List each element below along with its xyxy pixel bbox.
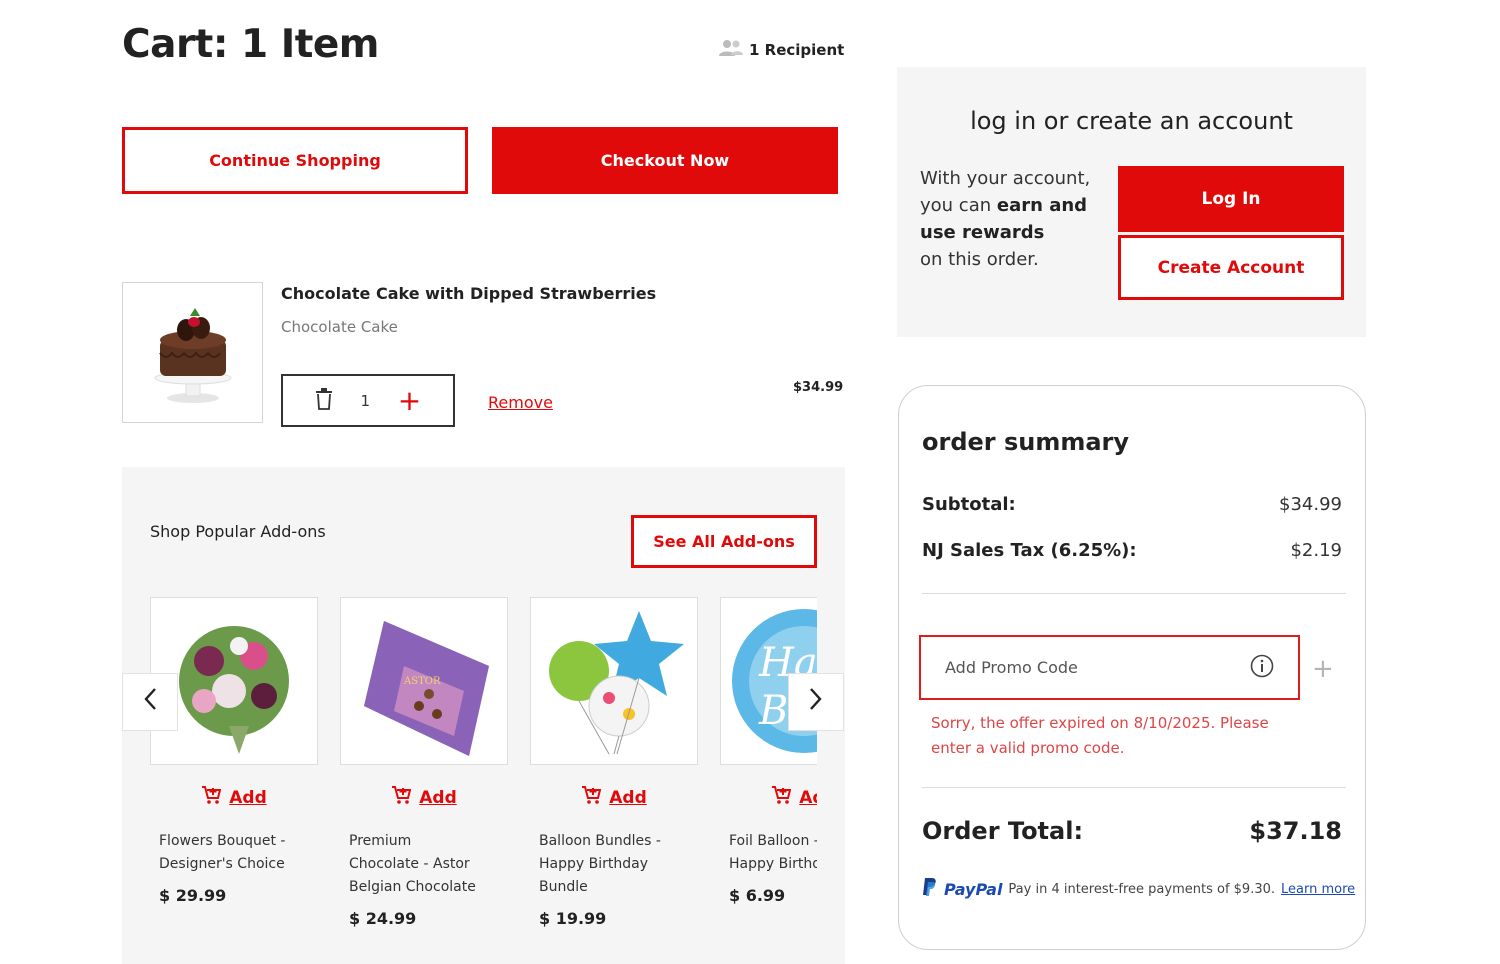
summary-title: order summary: [922, 428, 1130, 456]
addon-image[interactable]: [530, 597, 698, 765]
cart-add-icon: [391, 785, 412, 810]
divider: [922, 593, 1346, 594]
cart-item-price: $34.99: [793, 380, 844, 395]
add-label: Add: [609, 787, 647, 808]
cart-add-icon: [771, 785, 792, 810]
plus-icon[interactable]: +: [398, 386, 421, 415]
paypal-text: Pay in 4 interest-free payments of $9.30…: [1008, 881, 1276, 897]
carousel-prev-button[interactable]: [122, 673, 178, 731]
paypal-logo-icon: [922, 877, 938, 901]
cart-item-image[interactable]: [122, 282, 263, 423]
checkout-now-button[interactable]: Checkout Now: [492, 127, 838, 194]
add-to-cart-button[interactable]: Add: [150, 785, 318, 810]
addon-card: Add Flowers Bouquet - Designer's Choice …: [150, 597, 318, 905]
promo-code-field[interactable]: Add Promo Code: [919, 635, 1300, 700]
addon-name[interactable]: Balloon Bundles - Happy Birthday Bundle: [539, 830, 667, 899]
addons-title: Shop Popular Add-ons: [150, 522, 326, 541]
flowers-bouquet-image: [179, 626, 289, 754]
cart-item-name[interactable]: Chocolate Cake with Dipped Strawberries: [281, 284, 656, 303]
tax-label: NJ Sales Tax (6.25%):: [922, 540, 1137, 561]
addon-price: $ 24.99: [349, 909, 417, 928]
recipient-count[interactable]: 1 Recipient: [717, 39, 844, 61]
promo-error-message: Sorry, the offer expired on 8/10/2025. P…: [931, 714, 1269, 757]
paypal-message: PayPal Pay in 4 interest-free payments o…: [922, 877, 1355, 901]
apply-promo-plus-icon[interactable]: +: [1312, 654, 1334, 684]
see-all-addons-button[interactable]: See All Add-ons: [631, 515, 817, 568]
order-total-label: Order Total:: [922, 817, 1084, 845]
trash-icon[interactable]: [315, 387, 333, 414]
chocolate-cake-image: [154, 307, 231, 403]
addon-card: ASTOR Add Premium Chocolate - Astor Belg…: [340, 597, 508, 928]
chevron-right-icon: [809, 687, 823, 718]
login-desc-end: on this order.: [920, 249, 1039, 270]
paypal-learn-more-link[interactable]: Learn more: [1281, 882, 1355, 897]
login-title: log in or create an account: [970, 107, 1293, 135]
divider: [922, 787, 1346, 788]
add-to-cart-button[interactable]: Add: [530, 785, 698, 810]
order-summary: order summary Subtotal: $34.99 NJ Sales …: [898, 385, 1366, 950]
cart-add-icon: [581, 785, 602, 810]
addon-price: $ 29.99: [159, 886, 227, 905]
quantity-stepper: 1 +: [281, 374, 455, 427]
addon-price: $ 19.99: [539, 909, 607, 928]
order-total-value: $37.18: [1249, 817, 1342, 845]
paypal-brand: PayPal: [944, 879, 1003, 899]
log-in-button[interactable]: Log In: [1118, 166, 1344, 232]
login-panel: log in or create an account With your ac…: [897, 67, 1366, 337]
svg-text:ASTOR: ASTOR: [403, 676, 441, 687]
balloon-bundle-image: [549, 611, 684, 755]
cart-add-icon: [201, 785, 222, 810]
info-icon[interactable]: [1250, 654, 1274, 682]
continue-shopping-button[interactable]: Continue Shopping: [122, 127, 468, 194]
recipient-label: 1 Recipient: [749, 41, 845, 59]
addon-name[interactable]: Flowers Bouquet - Designer's Choice: [159, 830, 287, 876]
create-account-button[interactable]: Create Account: [1118, 235, 1344, 300]
tax-value: $2.19: [1290, 540, 1342, 561]
addon-image[interactable]: ASTOR: [340, 597, 508, 765]
tax-row: NJ Sales Tax (6.25%): $2.19: [922, 540, 1342, 561]
recipients-icon: [717, 39, 745, 61]
quantity-value[interactable]: 1: [360, 392, 370, 410]
addons-section: Shop Popular Add-ons See All Add-ons Add…: [122, 467, 845, 964]
subtotal-label: Subtotal:: [922, 494, 1016, 515]
carousel-mask: [817, 592, 845, 964]
addon-name[interactable]: Premium Chocolate - Astor Belgian Chocol…: [349, 830, 477, 899]
addon-card: Add Balloon Bundles - Happy Birthday Bun…: [530, 597, 698, 928]
add-label: Add: [229, 787, 267, 808]
page-title: Cart: 1 Item: [122, 22, 379, 67]
cart-item-subtitle: Chocolate Cake: [281, 318, 398, 336]
login-description: With your account, you can earn and use …: [920, 165, 1105, 273]
chevron-left-icon: [143, 687, 157, 718]
promo-placeholder: Add Promo Code: [945, 658, 1078, 677]
add-label: Add: [419, 787, 457, 808]
carousel-next-button[interactable]: [788, 673, 844, 731]
subtotal-value: $34.99: [1279, 494, 1342, 515]
remove-link[interactable]: Remove: [488, 393, 553, 412]
order-total-row: Order Total: $37.18: [922, 817, 1342, 845]
add-to-cart-button[interactable]: Add: [340, 785, 508, 810]
subtotal-row: Subtotal: $34.99: [922, 494, 1342, 515]
chocolate-box-image: ASTOR: [364, 621, 489, 756]
